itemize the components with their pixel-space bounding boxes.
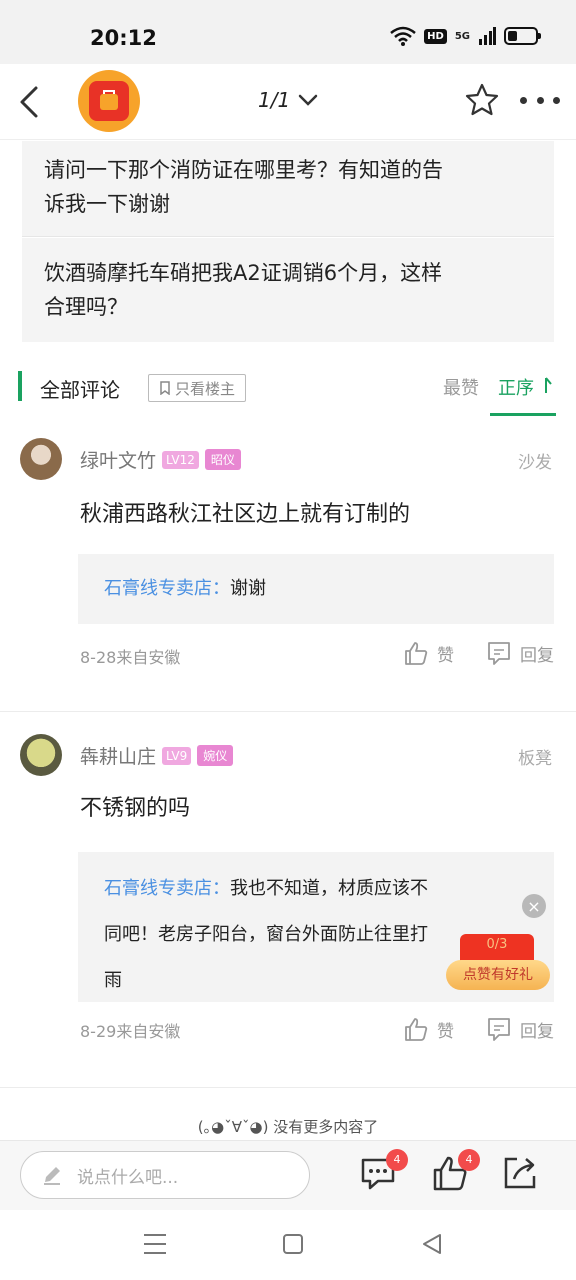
page-selector[interactable]: 1/1 [258, 88, 318, 112]
reply-label: 回复 [520, 1021, 554, 1042]
network-label: 5G [454, 30, 470, 42]
menu-icon[interactable] [144, 1234, 166, 1254]
reply-text: 谢谢 [230, 578, 266, 599]
share-button[interactable] [500, 1153, 540, 1193]
wifi-icon [390, 26, 416, 46]
reply-box[interactable]: 石膏线专卖店：谢谢 [78, 554, 554, 624]
top-nav: 1/1 [0, 64, 576, 140]
level-badge: LV12 [162, 450, 199, 469]
like-label: 赞 [437, 645, 454, 666]
like-post-button[interactable]: 4 [430, 1149, 480, 1193]
more-icon[interactable] [520, 92, 560, 108]
sort-asc-tab[interactable]: 正序 [498, 374, 552, 400]
back-icon[interactable] [14, 84, 46, 120]
shop-bag-icon [89, 81, 129, 121]
hd-badge: HD [424, 28, 447, 44]
status-bar: 20:12 HD 5G [0, 0, 576, 64]
comment-input[interactable]: 说点什么吧... [20, 1151, 310, 1199]
floor-label: 板凳 [518, 749, 552, 769]
comment-username[interactable]: 犇耕山庄 [80, 742, 156, 769]
pencil-icon [44, 1167, 60, 1185]
comment-user-row: 犇耕山庄 LV9 婉仪 [80, 742, 234, 769]
home-icon[interactable] [283, 1234, 303, 1254]
back-triangle-icon[interactable] [420, 1232, 444, 1256]
comment-count-badge: 4 [386, 1149, 408, 1171]
promo-button[interactable]: 点赞有好礼 [446, 960, 550, 990]
end-of-list-text: (｡◕ˇ∀ˇ◕) 没有更多内容了 [197, 1118, 379, 1136]
quoted-post-line: 诉我一下谢谢 [44, 192, 170, 216]
bookmark-icon [160, 381, 170, 395]
comment-actions: 赞 回复 [403, 640, 554, 666]
comment-meta: 8-29来自安徽 [80, 1022, 181, 1041]
comment-text: 秋浦西路秋江社区边上就有订制的 [80, 502, 411, 527]
reply-author[interactable]: 石膏线专卖店： [104, 578, 230, 599]
quoted-post-line: 饮酒骑摩托车硝把我A2证调销6个月，这样 [44, 261, 443, 285]
sort-hot-tab[interactable]: 最赞 [443, 374, 479, 400]
promo-counter: 0/3 [460, 934, 534, 962]
level-badge: LV9 [162, 746, 192, 765]
comments-header: 全部评论 只看楼主 最赞 正序 [0, 366, 576, 416]
star-icon[interactable] [464, 82, 500, 118]
all-comments-title: 全部评论 [40, 378, 120, 402]
comment-input-placeholder: 说点什么吧... [77, 1167, 179, 1188]
page-indicator-label: 1/1 [258, 88, 291, 112]
quoted-post-2[interactable]: 饮酒骑摩托车硝把我A2证调销6个月，这样 合理吗？ [22, 238, 554, 342]
comment-item: 绿叶文竹 LV12 昭仪 沙发 秋浦西路秋江社区边上就有订制的 石膏线专卖店：谢… [0, 432, 576, 712]
title-badge: 昭仪 [204, 449, 241, 470]
signal-icon [479, 27, 496, 45]
comment-username[interactable]: 绿叶文竹 [80, 446, 156, 473]
reply-label: 回复 [520, 645, 554, 666]
comment-user-row: 绿叶文竹 LV12 昭仪 [80, 446, 241, 473]
active-tab-underline [490, 413, 556, 416]
comment-actions: 赞 回复 [403, 1016, 554, 1042]
quoted-post-line: 请问一下那个消防证在哪里考？有知道的告 [44, 158, 443, 182]
comment-text: 不锈钢的吗 [80, 796, 191, 821]
like-button[interactable]: 赞 [403, 640, 454, 666]
chevron-down-icon [298, 94, 318, 106]
like-gift-promo[interactable]: × 0/3 点赞有好礼 [446, 894, 554, 994]
system-nav-bar [0, 1210, 576, 1280]
comment-meta: 8-28来自安徽 [80, 648, 181, 667]
quoted-post-1[interactable]: 请问一下那个消防证在哪里考？有知道的告 诉我一下谢谢 [22, 141, 554, 237]
comments-button[interactable]: 4 [358, 1149, 408, 1193]
close-icon[interactable]: × [522, 894, 546, 918]
forum-avatar[interactable] [78, 70, 140, 132]
like-count-badge: 4 [458, 1149, 480, 1171]
thumbs-up-icon [405, 642, 428, 665]
status-icons: HD 5G [390, 26, 541, 46]
section-accent-bar [18, 371, 22, 401]
share-icon [504, 1157, 536, 1189]
reply-author[interactable]: 石膏线专卖店： [104, 878, 230, 899]
reply-button[interactable]: 回复 [486, 1016, 554, 1042]
bottom-action-bar: 说点什么吧... 4 4 [0, 1140, 576, 1210]
comment-icon [488, 1018, 510, 1041]
op-only-button[interactable]: 只看楼主 [148, 374, 247, 402]
floor-label: 沙发 [518, 453, 552, 473]
status-time: 20:12 [90, 26, 157, 50]
battery-icon [504, 27, 541, 45]
op-only-label: 只看楼主 [175, 379, 236, 398]
arrow-up-icon [544, 377, 552, 393]
like-label: 赞 [437, 1021, 454, 1042]
like-button[interactable]: 赞 [403, 1016, 454, 1042]
quoted-post-line: 合理吗？ [44, 295, 128, 319]
title-badge: 婉仪 [197, 745, 234, 766]
thumbs-up-icon [405, 1018, 428, 1041]
reply-button[interactable]: 回复 [486, 640, 554, 666]
comment-icon [488, 642, 510, 665]
reply-text: 我也不知道，材质应该不 [230, 878, 428, 899]
avatar[interactable] [20, 734, 62, 776]
avatar[interactable] [20, 438, 62, 480]
sort-asc-label: 正序 [498, 378, 534, 399]
